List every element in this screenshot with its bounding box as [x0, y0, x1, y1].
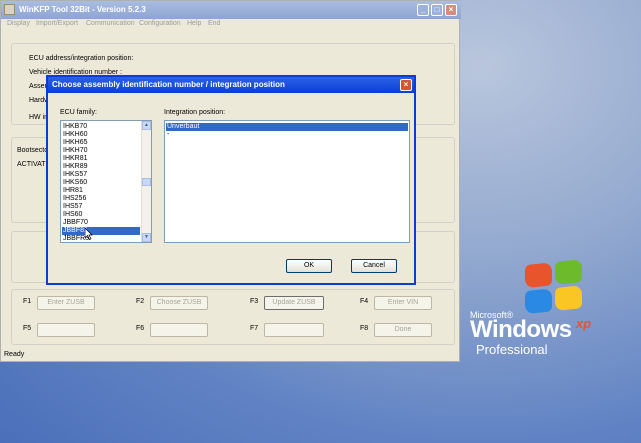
- status-bar-text: Ready: [4, 351, 25, 358]
- ecu-family-list-item[interactable]: IHS256: [62, 195, 140, 203]
- f5-button[interactable]: [37, 323, 95, 337]
- fkey-f2-label: F2: [136, 298, 145, 305]
- windows-xp-logo: Microsoft® Windows xp Professional: [470, 259, 640, 362]
- mouse-pointer-icon: [85, 228, 93, 240]
- main-window-title: WinKFP Tool 32Bit - Version 5.2.3: [19, 5, 146, 14]
- ecu-family-list-item[interactable]: IHKH60: [62, 131, 140, 139]
- ecu-family-list-item[interactable]: JBBF70: [62, 219, 140, 227]
- integration-position-label: Integration position:: [164, 109, 226, 116]
- ecu-family-list-item[interactable]: IHS57: [62, 203, 140, 211]
- menu-communication[interactable]: Communication: [86, 20, 135, 27]
- ecu-family-list-item[interactable]: JBBFR3: [62, 235, 140, 242]
- fkey-f4-label: F4: [360, 298, 369, 305]
- function-keys-group: F1 Enter ZUSB F2 Choose ZUSB F3 Update Z…: [11, 289, 455, 345]
- ecu-family-list-item[interactable]: IHR81: [62, 187, 140, 195]
- ecu-family-list-item[interactable]: IHKH65: [62, 139, 140, 147]
- f7-button[interactable]: [264, 323, 324, 337]
- ecu-family-list-item[interactable]: IHKR89: [62, 163, 140, 171]
- menu-help[interactable]: Help: [187, 20, 201, 27]
- done-button[interactable]: Done: [374, 323, 432, 337]
- fkey-f8-label: F8: [360, 325, 369, 332]
- logo-xp-text: xp: [576, 316, 592, 331]
- scroll-up-arrow-icon[interactable]: ▲: [142, 121, 151, 130]
- fkey-f5-label: F5: [23, 325, 32, 332]
- scroll-down-arrow-icon[interactable]: ▼: [142, 233, 151, 242]
- choose-assembly-dialog: Choose assembly identification number / …: [46, 75, 416, 285]
- fkey-f1-label: F1: [23, 298, 32, 305]
- integration-position-listbox[interactable]: Unverbaut -: [164, 120, 410, 243]
- ecu-family-label: ECU family:: [60, 109, 97, 116]
- cancel-button[interactable]: Cancel: [351, 259, 397, 273]
- menu-display[interactable]: Display: [7, 20, 30, 27]
- f6-button[interactable]: [150, 323, 208, 337]
- dialog-titlebar[interactable]: Choose assembly identification number / …: [48, 77, 414, 93]
- ecu-family-list-item[interactable]: IHKB70: [62, 123, 140, 131]
- close-button[interactable]: ×: [445, 4, 457, 16]
- menu-configuration[interactable]: Configuration: [139, 20, 181, 27]
- ecu-family-scrollbar[interactable]: ▲ ▼: [141, 121, 151, 242]
- minimize-button[interactable]: _: [417, 4, 429, 16]
- app-icon: [4, 4, 15, 15]
- main-titlebar[interactable]: WinKFP Tool 32Bit - Version 5.2.3 _ □ ×: [1, 1, 461, 19]
- fkey-f3-label: F3: [250, 298, 259, 305]
- maximize-button[interactable]: □: [431, 4, 443, 16]
- ecu-address-label: ECU address/integration position:: [29, 55, 134, 62]
- ecu-family-listbox[interactable]: IHKB70 IHKH60 IHKH65 IHKH70 IHKR81 IHKR89 IHKS…: [60, 120, 152, 243]
- fkey-f6-label: F6: [136, 325, 145, 332]
- logo-edition-text: Professional: [476, 342, 548, 357]
- fkey-f7-label: F7: [250, 325, 259, 332]
- windows-flag-icon: [525, 259, 585, 317]
- ok-button[interactable]: OK: [286, 259, 332, 273]
- update-zusb-button[interactable]: Update ZUSB: [264, 296, 324, 310]
- enter-vin-button[interactable]: Enter VIN: [374, 296, 432, 310]
- dialog-close-button[interactable]: ×: [400, 79, 412, 91]
- ecu-family-list-item[interactable]: IHKH70: [62, 147, 140, 155]
- menubar: Display Import/Export Communication Conf…: [1, 19, 461, 31]
- ecu-family-list-item[interactable]: IHKS57: [62, 171, 140, 179]
- scroll-thumb[interactable]: [142, 178, 151, 186]
- ecu-family-list-item[interactable]: IHKS60: [62, 179, 140, 187]
- dialog-title: Choose assembly identification number / …: [52, 80, 285, 89]
- enter-zusb-button[interactable]: Enter ZUSB: [37, 296, 95, 310]
- integration-position-list-item[interactable]: Unverbaut: [166, 123, 408, 131]
- choose-zusb-button[interactable]: Choose ZUSB: [150, 296, 208, 310]
- integration-position-list-item[interactable]: -: [166, 131, 408, 139]
- ecu-family-list-item[interactable]: IHKR81: [62, 155, 140, 163]
- menu-import-export[interactable]: Import/Export: [36, 20, 78, 27]
- ecu-family-list-item[interactable]: JBBF81: [62, 227, 140, 235]
- logo-windows-text: Windows: [470, 316, 572, 343]
- ecu-family-list-item[interactable]: IHS60: [62, 211, 140, 219]
- menu-end[interactable]: End: [208, 20, 220, 27]
